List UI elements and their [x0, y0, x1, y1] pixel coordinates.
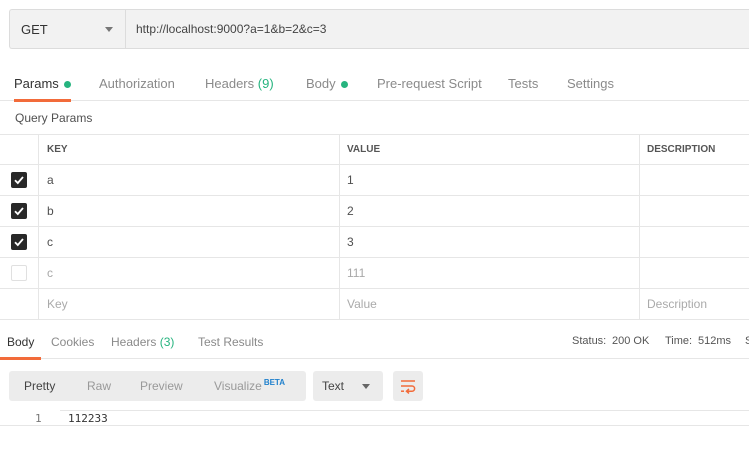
param-key[interactable]: a [39, 165, 340, 195]
size-label-cut: S [745, 335, 749, 347]
tab-headers-count: (9) [257, 76, 274, 91]
raw-button[interactable]: Raw [87, 379, 111, 393]
header-description: DESCRIPTION [647, 144, 716, 155]
tab-response-body[interactable]: Body [0, 335, 42, 360]
chevron-down-icon [362, 384, 370, 389]
header-checkbox-cell [0, 135, 39, 164]
line-number: 1 [35, 412, 42, 425]
new-value-input[interactable]: Value [340, 289, 640, 319]
tab-headers[interactable]: Headers (9) [205, 66, 274, 101]
wrap-lines-button[interactable] [393, 371, 423, 401]
response-body-text: 112233 [68, 412, 108, 425]
param-value[interactable]: 3 [340, 227, 640, 257]
new-param-row: Key Value Description [0, 289, 749, 320]
header-key: KEY [39, 135, 340, 164]
beta-badge: BETA [263, 378, 285, 387]
row-checkbox-cell [0, 227, 39, 257]
code-line: 112233 [60, 410, 749, 426]
row-checkbox-cell [0, 289, 39, 319]
table-row: b 2 [0, 196, 749, 227]
status-label: Status: [572, 335, 607, 347]
row-checkbox-cell [0, 165, 39, 195]
param-key[interactable]: c [39, 227, 340, 257]
tab-settings-label: Settings [567, 76, 614, 91]
tab-params[interactable]: Params [14, 66, 71, 102]
tab-tests[interactable]: Tests [508, 66, 538, 101]
response-tabs: Body Cookies Headers (3) Test Results St… [0, 325, 749, 360]
view-mode-group: Pretty Raw Preview Visualize BETA [9, 371, 306, 401]
param-value[interactable]: 2 [340, 196, 640, 226]
tab-response-headers-count: (3) [159, 335, 175, 349]
chevron-down-icon [105, 26, 113, 32]
param-description[interactable] [640, 258, 749, 288]
table-row: a 1 [0, 165, 749, 196]
tab-response-headers-label: Headers [111, 335, 157, 349]
checkbox-checked[interactable] [11, 234, 27, 250]
checkbox-unchecked[interactable] [11, 265, 27, 281]
param-key[interactable]: b [39, 196, 340, 226]
param-value[interactable]: 1 [340, 165, 640, 195]
checkmark-icon [14, 176, 24, 185]
checkmark-icon [14, 207, 24, 216]
format-select[interactable]: Text [313, 371, 383, 401]
method-label: GET [21, 21, 48, 37]
time-value[interactable]: 512ms [698, 335, 731, 347]
row-checkbox-cell [0, 196, 39, 226]
format-select-value: Text [322, 379, 345, 393]
table-header-row: KEY VALUE DESCRIPTION [0, 135, 749, 165]
request-tabs: Params Authorization Headers (9) Body Pr… [0, 66, 749, 102]
method-select[interactable]: GET [10, 10, 126, 48]
tab-params-label: Params [14, 76, 59, 91]
param-value[interactable]: 111 [340, 258, 640, 288]
checkbox-checked[interactable] [11, 203, 27, 219]
tab-response-headers[interactable]: Headers (3) [111, 335, 174, 349]
header-value: VALUE [340, 135, 640, 164]
table-row: c 111 [0, 258, 749, 289]
params-indicator-dot [63, 81, 71, 88]
visualize-label: Visualize [214, 379, 262, 393]
tab-authorization-label: Authorization [99, 76, 175, 91]
url-input[interactable]: http://localhost:9000?a=1&b=2&c=3 [126, 10, 326, 48]
query-params-table: KEY VALUE DESCRIPTION a 1 b 2 c 3 c 111 … [0, 134, 749, 320]
param-key[interactable]: c [39, 258, 340, 288]
pretty-button[interactable]: Pretty [24, 379, 55, 393]
param-description[interactable] [640, 165, 749, 195]
param-description[interactable] [640, 227, 749, 257]
checkmark-icon [14, 238, 24, 247]
tab-prerequest-script[interactable]: Pre-request Script [377, 66, 482, 101]
tab-test-results-label: Test Results [198, 335, 264, 349]
tab-body[interactable]: Body [306, 66, 348, 101]
param-description[interactable] [640, 196, 749, 226]
new-key-input[interactable]: Key [39, 289, 340, 319]
tab-test-results[interactable]: Test Results [198, 335, 263, 349]
response-body-editor[interactable]: 1 112233 [0, 410, 749, 426]
row-checkbox-cell [0, 258, 39, 288]
tab-tests-label: Tests [508, 76, 539, 91]
tab-body-label: Body [306, 76, 336, 91]
url-value: http://localhost:9000?a=1&b=2&c=3 [136, 22, 327, 36]
tab-cookies[interactable]: Cookies [51, 335, 94, 349]
wrap-lines-icon [401, 380, 416, 394]
table-row: c 3 [0, 227, 749, 258]
tab-cookies-label: Cookies [51, 335, 95, 349]
tab-authorization[interactable]: Authorization [99, 66, 175, 101]
visualize-button[interactable]: Visualize BETA [214, 378, 285, 393]
time-label: Time: [665, 335, 693, 347]
tab-settings[interactable]: Settings [567, 66, 614, 101]
preview-button[interactable]: Preview [140, 379, 183, 393]
status-value[interactable]: 200 OK [612, 335, 649, 347]
body-indicator-dot [340, 81, 348, 88]
query-params-title: Query Params [15, 111, 93, 125]
tab-prerequest-label: Pre-request Script [377, 76, 482, 91]
tab-headers-label: Headers [205, 76, 255, 91]
line-gutter: 1 [0, 410, 60, 425]
url-bar: GET http://localhost:9000?a=1&b=2&c=3 [9, 9, 749, 49]
new-description-input[interactable]: Description [640, 289, 749, 319]
checkbox-checked[interactable] [11, 172, 27, 188]
tab-response-body-label: Body [7, 335, 35, 349]
